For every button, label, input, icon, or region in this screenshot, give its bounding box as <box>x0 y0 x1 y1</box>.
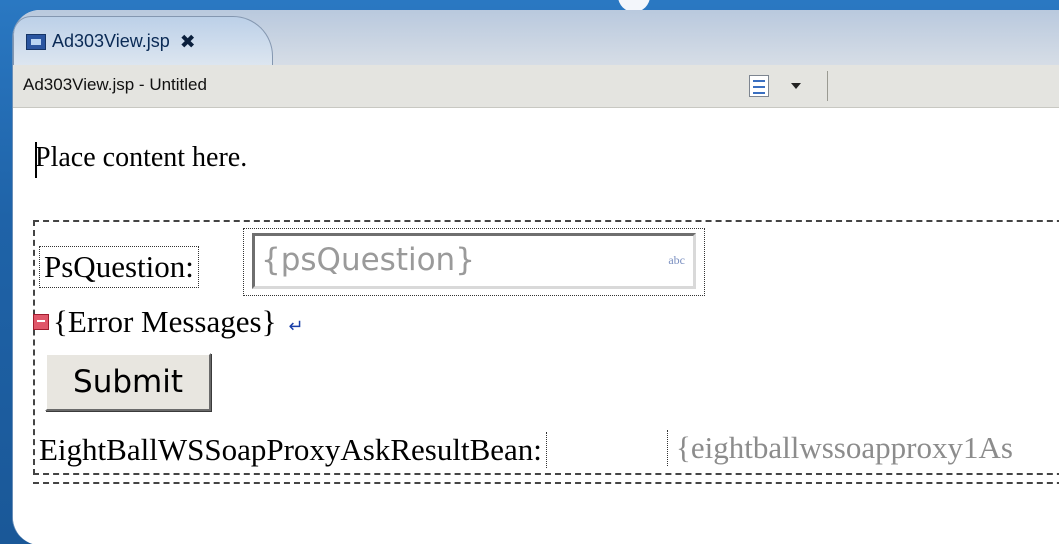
chevron-down-icon[interactable] <box>791 83 801 89</box>
result-bean-label: EightBallWSSoapProxyAskResultBean: <box>39 432 547 468</box>
error-messages-text: {Error Messages} <box>53 304 277 339</box>
toolbar-separator <box>827 71 828 101</box>
close-icon[interactable]: ✖ <box>180 31 196 53</box>
editor-tab-ad303view[interactable]: Ad303View.jsp ✖ <box>13 16 273 66</box>
error-messages-icon <box>33 314 49 330</box>
editor-tab-strip: Ad303View.jsp ✖ <box>13 10 1059 66</box>
submit-button[interactable]: Submit <box>45 353 211 411</box>
placeholder-text[interactable]: Place content here. <box>35 142 247 174</box>
result-bean-output[interactable]: {eightballwssoapproxy1As <box>667 430 1013 466</box>
editor-title-bar: Ad303View.jsp - Untitled <box>13 65 1059 108</box>
ps-question-input[interactable]: {psQuestion} abc <box>252 233 696 289</box>
input-type-badge: abc <box>668 253 685 267</box>
desktop-frame: Ad303View.jsp ✖ Ad303View.jsp - Untitled… <box>0 0 1059 544</box>
ps-question-cell: {psQuestion} abc <box>243 228 705 296</box>
jsp-file-icon <box>26 33 46 50</box>
document-title: Ad303View.jsp - Untitled <box>23 75 207 94</box>
line-break-icon: ↵ <box>288 315 304 336</box>
error-messages-row[interactable]: {Error Messages} ↵ <box>33 304 304 340</box>
ps-question-value: {psQuestion} <box>261 242 475 278</box>
page-properties-icon[interactable] <box>749 75 769 97</box>
editor-window: Ad303View.jsp ✖ Ad303View.jsp - Untitled… <box>12 10 1059 544</box>
editor-tab-title: Ad303View.jsp <box>52 31 170 51</box>
design-canvas[interactable]: Place content here. PsQuestion: {psQuest… <box>13 108 1059 544</box>
ps-question-label: PsQuestion: <box>39 246 199 288</box>
